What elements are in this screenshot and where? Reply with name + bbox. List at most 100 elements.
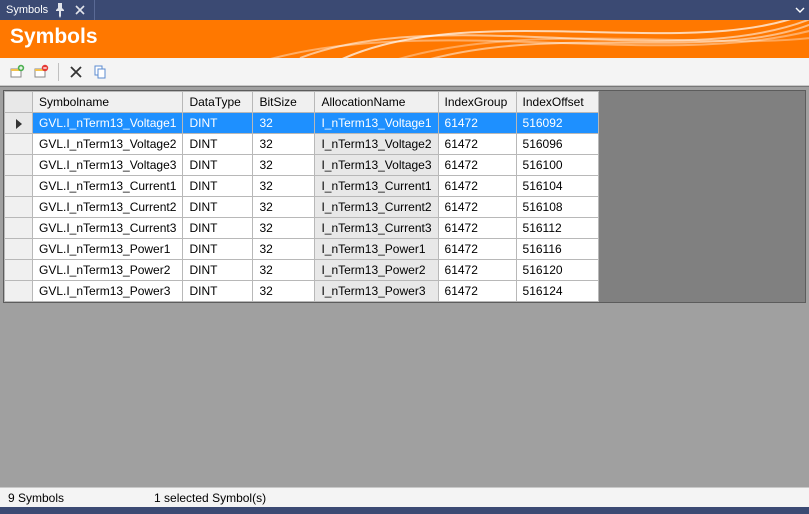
cell-symbolname[interactable]: GVL.I_nTerm13_Current1 — [33, 176, 183, 197]
cell-datatype[interactable]: DINT — [183, 134, 253, 155]
cell-datatype[interactable]: DINT — [183, 239, 253, 260]
add-symbol-button[interactable] — [6, 61, 28, 83]
cell-datatype[interactable]: DINT — [183, 113, 253, 134]
row-header[interactable] — [5, 197, 33, 218]
cell-allocation[interactable]: I_nTerm13_Voltage1 — [315, 113, 438, 134]
row-header[interactable] — [5, 218, 33, 239]
cell-indexoffset[interactable]: 516100 — [516, 155, 598, 176]
status-bar: 9 Symbols 1 selected Symbol(s) — [0, 487, 809, 507]
cell-allocation[interactable]: I_nTerm13_Power1 — [315, 239, 438, 260]
row-header[interactable] — [5, 260, 33, 281]
remove-symbol-button[interactable] — [30, 61, 52, 83]
table-row[interactable]: GVL.I_nTerm13_Voltage3DINT32I_nTerm13_Vo… — [5, 155, 599, 176]
tab-title: Symbols — [6, 4, 48, 16]
cell-bitsize[interactable]: 32 — [253, 176, 315, 197]
page-title: Symbols — [0, 20, 809, 54]
bottom-bar — [0, 507, 809, 514]
cell-symbolname[interactable]: GVL.I_nTerm13_Voltage2 — [33, 134, 183, 155]
table-row[interactable]: GVL.I_nTerm13_Current2DINT32I_nTerm13_Cu… — [5, 197, 599, 218]
cell-symbolname[interactable]: GVL.I_nTerm13_Power3 — [33, 281, 183, 302]
cell-allocation[interactable]: I_nTerm13_Power3 — [315, 281, 438, 302]
cell-allocation[interactable]: I_nTerm13_Current1 — [315, 176, 438, 197]
row-header[interactable] — [5, 113, 33, 134]
cell-symbolname[interactable]: GVL.I_nTerm13_Power2 — [33, 260, 183, 281]
cell-indexgroup[interactable]: 61472 — [438, 134, 516, 155]
cell-indexoffset[interactable]: 516112 — [516, 218, 598, 239]
table-row[interactable]: GVL.I_nTerm13_Current1DINT32I_nTerm13_Cu… — [5, 176, 599, 197]
cell-indexoffset[interactable]: 516096 — [516, 134, 598, 155]
cell-datatype[interactable]: DINT — [183, 218, 253, 239]
pin-icon[interactable] — [52, 2, 68, 18]
symbols-table[interactable]: Symbolname DataType BitSize AllocationNa… — [4, 91, 599, 302]
col-header-indexgroup[interactable]: IndexGroup — [438, 92, 516, 113]
col-header-bitsize[interactable]: BitSize — [253, 92, 315, 113]
cell-bitsize[interactable]: 32 — [253, 239, 315, 260]
tab-symbols[interactable]: Symbols — [0, 0, 95, 20]
toolbar — [0, 58, 809, 86]
row-header[interactable] — [5, 239, 33, 260]
cell-indexoffset[interactable]: 516092 — [516, 113, 598, 134]
cell-symbolname[interactable]: GVL.I_nTerm13_Power1 — [33, 239, 183, 260]
cell-datatype[interactable]: DINT — [183, 197, 253, 218]
row-header[interactable] — [5, 134, 33, 155]
close-icon[interactable] — [72, 2, 88, 18]
cell-allocation[interactable]: I_nTerm13_Power2 — [315, 260, 438, 281]
col-header-datatype[interactable]: DataType — [183, 92, 253, 113]
status-selection: 1 selected Symbol(s) — [154, 491, 266, 505]
cell-bitsize[interactable]: 32 — [253, 218, 315, 239]
cell-bitsize[interactable]: 32 — [253, 155, 315, 176]
cell-indexgroup[interactable]: 61472 — [438, 281, 516, 302]
cell-bitsize[interactable]: 32 — [253, 113, 315, 134]
toolbar-separator — [58, 63, 59, 81]
cell-datatype[interactable]: DINT — [183, 260, 253, 281]
delete-button[interactable] — [65, 61, 87, 83]
cell-indexoffset[interactable]: 516120 — [516, 260, 598, 281]
table-row[interactable]: GVL.I_nTerm13_Current3DINT32I_nTerm13_Cu… — [5, 218, 599, 239]
cell-symbolname[interactable]: GVL.I_nTerm13_Voltage1 — [33, 113, 183, 134]
cell-indexoffset[interactable]: 516108 — [516, 197, 598, 218]
row-header[interactable] — [5, 176, 33, 197]
cell-bitsize[interactable]: 32 — [253, 134, 315, 155]
cell-indexgroup[interactable]: 61472 — [438, 113, 516, 134]
cell-allocation[interactable]: I_nTerm13_Voltage2 — [315, 134, 438, 155]
grid-area: Symbolname DataType BitSize AllocationNa… — [0, 86, 809, 487]
cell-symbolname[interactable]: GVL.I_nTerm13_Current2 — [33, 197, 183, 218]
table-row[interactable]: GVL.I_nTerm13_Voltage1DINT32I_nTerm13_Vo… — [5, 113, 599, 134]
cell-indexgroup[interactable]: 61472 — [438, 176, 516, 197]
cell-indexoffset[interactable]: 516124 — [516, 281, 598, 302]
status-count: 9 Symbols — [8, 491, 64, 505]
cell-allocation[interactable]: I_nTerm13_Current3 — [315, 218, 438, 239]
table-row[interactable]: GVL.I_nTerm13_Voltage2DINT32I_nTerm13_Vo… — [5, 134, 599, 155]
cell-symbolname[interactable]: GVL.I_nTerm13_Voltage3 — [33, 155, 183, 176]
row-header[interactable] — [5, 281, 33, 302]
col-header-indexoffset[interactable]: IndexOffset — [516, 92, 598, 113]
cell-indexgroup[interactable]: 61472 — [438, 239, 516, 260]
table-row[interactable]: GVL.I_nTerm13_Power2DINT32I_nTerm13_Powe… — [5, 260, 599, 281]
cell-indexgroup[interactable]: 61472 — [438, 197, 516, 218]
row-header[interactable] — [5, 155, 33, 176]
cell-indexgroup[interactable]: 61472 — [438, 260, 516, 281]
cell-indexgroup[interactable]: 61472 — [438, 155, 516, 176]
copy-button[interactable] — [89, 61, 111, 83]
tab-bar-filler — [95, 0, 791, 20]
cell-indexgroup[interactable]: 61472 — [438, 218, 516, 239]
tab-bar: Symbols — [0, 0, 809, 20]
cell-bitsize[interactable]: 32 — [253, 197, 315, 218]
cell-datatype[interactable]: DINT — [183, 281, 253, 302]
table-row[interactable]: GVL.I_nTerm13_Power1DINT32I_nTerm13_Powe… — [5, 239, 599, 260]
cell-datatype[interactable]: DINT — [183, 155, 253, 176]
cell-bitsize[interactable]: 32 — [253, 260, 315, 281]
symbols-grid[interactable]: Symbolname DataType BitSize AllocationNa… — [3, 90, 806, 303]
cell-allocation[interactable]: I_nTerm13_Current2 — [315, 197, 438, 218]
col-header-allocation[interactable]: AllocationName — [315, 92, 438, 113]
tab-overflow-dropdown[interactable] — [791, 0, 809, 20]
cell-symbolname[interactable]: GVL.I_nTerm13_Current3 — [33, 218, 183, 239]
cell-datatype[interactable]: DINT — [183, 176, 253, 197]
col-header-symbolname[interactable]: Symbolname — [33, 92, 183, 113]
corner-cell[interactable] — [5, 92, 33, 113]
cell-bitsize[interactable]: 32 — [253, 281, 315, 302]
cell-indexoffset[interactable]: 516104 — [516, 176, 598, 197]
table-row[interactable]: GVL.I_nTerm13_Power3DINT32I_nTerm13_Powe… — [5, 281, 599, 302]
cell-allocation[interactable]: I_nTerm13_Voltage3 — [315, 155, 438, 176]
cell-indexoffset[interactable]: 516116 — [516, 239, 598, 260]
